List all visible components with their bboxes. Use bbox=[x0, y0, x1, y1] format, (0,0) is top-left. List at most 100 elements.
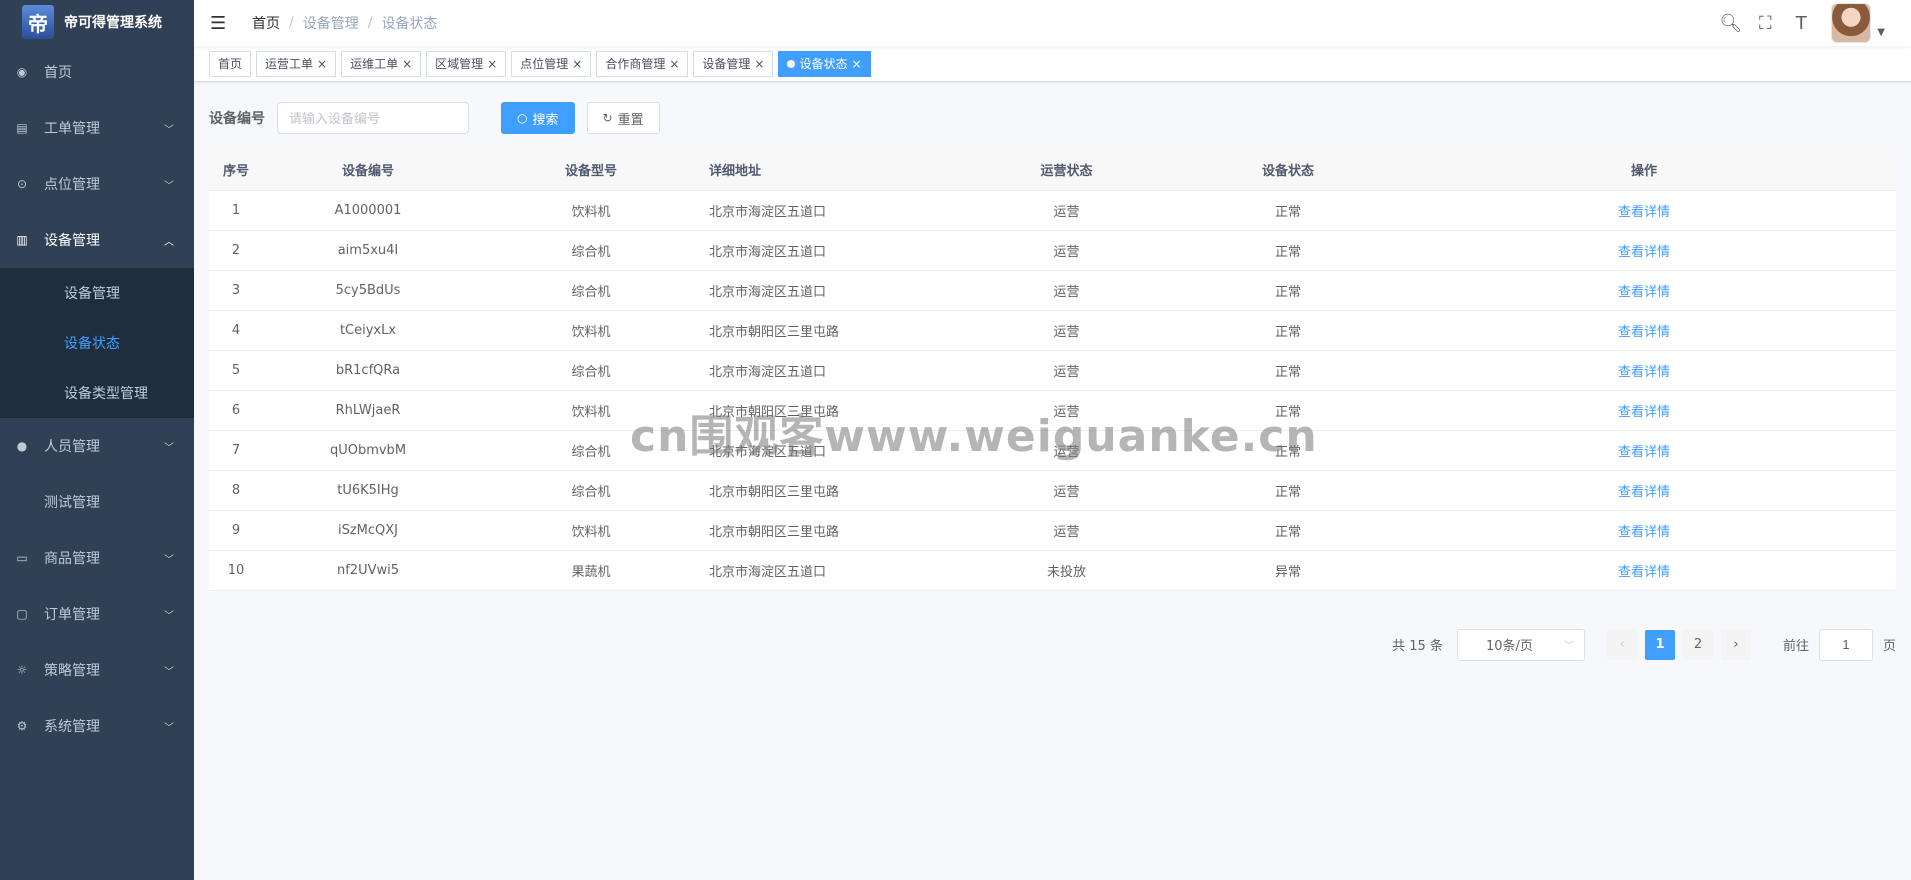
view-detail-link[interactable]: 查看详情 bbox=[1618, 285, 1670, 300]
cell-device-code: aim5xu4I bbox=[337, 242, 399, 258]
view-detail-link[interactable]: 查看详情 bbox=[1618, 565, 1670, 580]
table-cell: 综合机 bbox=[473, 350, 709, 391]
cell-address: 北京市海淀区五道口 bbox=[709, 244, 827, 260]
page-button-2[interactable]: 2 bbox=[1682, 629, 1713, 660]
sidebar-subitem-device-type[interactable]: 设备类型管理 bbox=[0, 368, 194, 418]
sidebar-item-test[interactable]: 测试管理 bbox=[0, 474, 194, 530]
cell-ops-status: 运营 bbox=[1053, 484, 1080, 500]
table-cell: 正常 bbox=[1184, 350, 1392, 391]
table-cell: 北京市海淀区五道口 bbox=[709, 270, 949, 311]
cell-index: 6 bbox=[231, 402, 241, 418]
reset-button[interactable]: ↻ 重置 bbox=[586, 102, 660, 134]
table-cell: 饮料机 bbox=[473, 190, 709, 231]
sidebar-item-label: 设备管理 bbox=[44, 233, 100, 249]
breadcrumb-item-status: 设备状态 bbox=[381, 16, 438, 32]
sidebar-item-location[interactable]: ⊙ 点位管理 ﹀ bbox=[0, 156, 194, 212]
table-cell: 查看详情 bbox=[1392, 470, 1896, 511]
cell-model: 饮料机 bbox=[571, 324, 611, 340]
logo[interactable]: 帝 帝可得管理系统 bbox=[0, 0, 194, 44]
device-code-input[interactable] bbox=[277, 102, 469, 134]
search-button[interactable]: ○ 搜索 bbox=[501, 102, 575, 134]
tag-maint-workorder[interactable]: 运维工单 × bbox=[341, 50, 422, 77]
view-detail-link[interactable]: 查看详情 bbox=[1618, 325, 1670, 340]
view-detail-link[interactable]: 查看详情 bbox=[1618, 485, 1670, 500]
view-detail-link[interactable]: 查看详情 bbox=[1618, 365, 1670, 380]
font-size-icon[interactable]: T bbox=[1791, 13, 1811, 34]
sidebar-item-goods[interactable]: ▭ 商品管理 ﹀ bbox=[0, 530, 194, 586]
cell-address: 北京市朝阳区三里屯路 bbox=[709, 524, 840, 540]
tag-label: 合作商管理 bbox=[605, 57, 666, 71]
sidebar-item-order[interactable]: ▢ 订单管理 ﹀ bbox=[0, 586, 194, 642]
caret-down-icon[interactable]: ▼ bbox=[1877, 27, 1885, 38]
tag-region[interactable]: 区域管理 × bbox=[426, 50, 507, 77]
table-cell: tCeiyxLx bbox=[263, 310, 473, 351]
close-icon[interactable]: × bbox=[754, 57, 764, 71]
table-cell: 运营 bbox=[949, 270, 1184, 311]
goto-page-input[interactable] bbox=[1818, 628, 1873, 661]
cell-model: 综合机 bbox=[571, 284, 611, 300]
close-icon[interactable]: × bbox=[852, 57, 862, 71]
close-icon[interactable]: × bbox=[572, 57, 582, 71]
sidebar-item-strategy[interactable]: ☼ 策略管理 ﹀ bbox=[0, 642, 194, 698]
close-icon[interactable]: × bbox=[402, 57, 412, 71]
breadcrumb-item-home[interactable]: 首页 bbox=[252, 13, 280, 33]
prev-page-button[interactable]: ‹ bbox=[1606, 629, 1637, 660]
tag-location[interactable]: 点位管理 × bbox=[511, 50, 592, 77]
view-detail-link[interactable]: 查看详情 bbox=[1618, 405, 1670, 420]
location-icon: ⊙ bbox=[16, 177, 28, 191]
close-icon[interactable]: × bbox=[669, 57, 679, 71]
table-cell: 运营 bbox=[949, 470, 1184, 511]
close-icon[interactable]: × bbox=[487, 57, 497, 71]
fullscreen-icon[interactable]: ⛶ bbox=[1755, 13, 1775, 34]
sidebar-item-workorder[interactable]: ▤ 工单管理 ﹀ bbox=[0, 100, 194, 156]
table-cell: RhLWjaeR bbox=[263, 390, 473, 431]
sidebar-item-system[interactable]: ⚙ 系统管理 ﹀ bbox=[0, 698, 194, 754]
table-row: 4 tCeiyxLx 饮料机 北京市朝阳区三里屯路 运营 正常 查看详情 bbox=[209, 310, 1896, 351]
view-detail-link[interactable]: 查看详情 bbox=[1618, 445, 1670, 460]
goto-prefix: 前往 bbox=[1782, 639, 1809, 654]
tag-label: 设备状态 bbox=[799, 57, 848, 71]
cell-device-code: 5cy5BdUs bbox=[335, 282, 401, 298]
sidebar-item-device[interactable]: ▥ 设备管理 ︿ bbox=[0, 212, 194, 268]
gear-icon: ⚙ bbox=[16, 719, 28, 733]
tag-device-status[interactable]: 设备状态 × bbox=[778, 50, 871, 77]
tag-home[interactable]: 首页 bbox=[209, 50, 252, 77]
cell-address: 北京市海淀区五道口 bbox=[709, 564, 827, 580]
close-icon[interactable]: × bbox=[317, 57, 327, 71]
col-header: 序号 bbox=[209, 150, 263, 191]
page-button-1[interactable]: 1 bbox=[1644, 629, 1675, 660]
table-cell: 北京市海淀区五道口 bbox=[709, 350, 949, 391]
cell-index: 8 bbox=[231, 482, 241, 498]
table-cell: aim5xu4I bbox=[263, 230, 473, 271]
table-row: 2 aim5xu4I 综合机 北京市海淀区五道口 运营 正常 查看详情 bbox=[209, 230, 1896, 271]
avatar[interactable] bbox=[1831, 3, 1872, 43]
tag-device[interactable]: 设备管理 × bbox=[693, 50, 774, 77]
sidebar-subitem-device-status[interactable]: 设备状态 bbox=[0, 318, 194, 368]
next-page-button[interactable]: › bbox=[1720, 629, 1751, 660]
table-cell: 5 bbox=[209, 350, 263, 391]
page-jumper: 前往 页 bbox=[1782, 628, 1896, 661]
sidebar-item-people[interactable]: ● 人员管理 ﹀ bbox=[0, 418, 194, 474]
col-header: 设备编号 bbox=[263, 150, 473, 191]
search-button-label: 搜索 bbox=[532, 112, 559, 128]
search-icon[interactable]: 🔍︎ bbox=[1719, 13, 1742, 34]
chevron-down-icon: ﹀ bbox=[164, 666, 174, 678]
tag-ops-workorder[interactable]: 运营工单 × bbox=[256, 50, 337, 77]
view-detail-link[interactable]: 查看详情 bbox=[1618, 205, 1670, 220]
table-cell: 查看详情 bbox=[1392, 190, 1896, 231]
view-detail-link[interactable]: 查看详情 bbox=[1618, 525, 1670, 540]
hamburger-icon[interactable]: ☰ bbox=[210, 13, 230, 34]
cell-model: 综合机 bbox=[571, 444, 611, 460]
cell-ops-status: 运营 bbox=[1053, 284, 1080, 300]
sidebar-item-label: 系统管理 bbox=[44, 719, 100, 735]
cell-device-status: 正常 bbox=[1274, 284, 1301, 300]
page-size-select[interactable]: 10条/页 ﹀ bbox=[1456, 628, 1585, 661]
sidebar-item-home[interactable]: ◉ 首页 bbox=[0, 44, 194, 100]
table-cell: 果蔬机 bbox=[473, 550, 709, 591]
sidebar-subitem-device-manage[interactable]: 设备管理 bbox=[0, 268, 194, 318]
table-cell: 3 bbox=[209, 270, 263, 311]
cell-ops-status: 未投放 bbox=[1046, 564, 1086, 580]
cell-ops-status: 运营 bbox=[1053, 244, 1080, 260]
tag-partner[interactable]: 合作商管理 × bbox=[596, 50, 689, 77]
view-detail-link[interactable]: 查看详情 bbox=[1618, 245, 1670, 260]
